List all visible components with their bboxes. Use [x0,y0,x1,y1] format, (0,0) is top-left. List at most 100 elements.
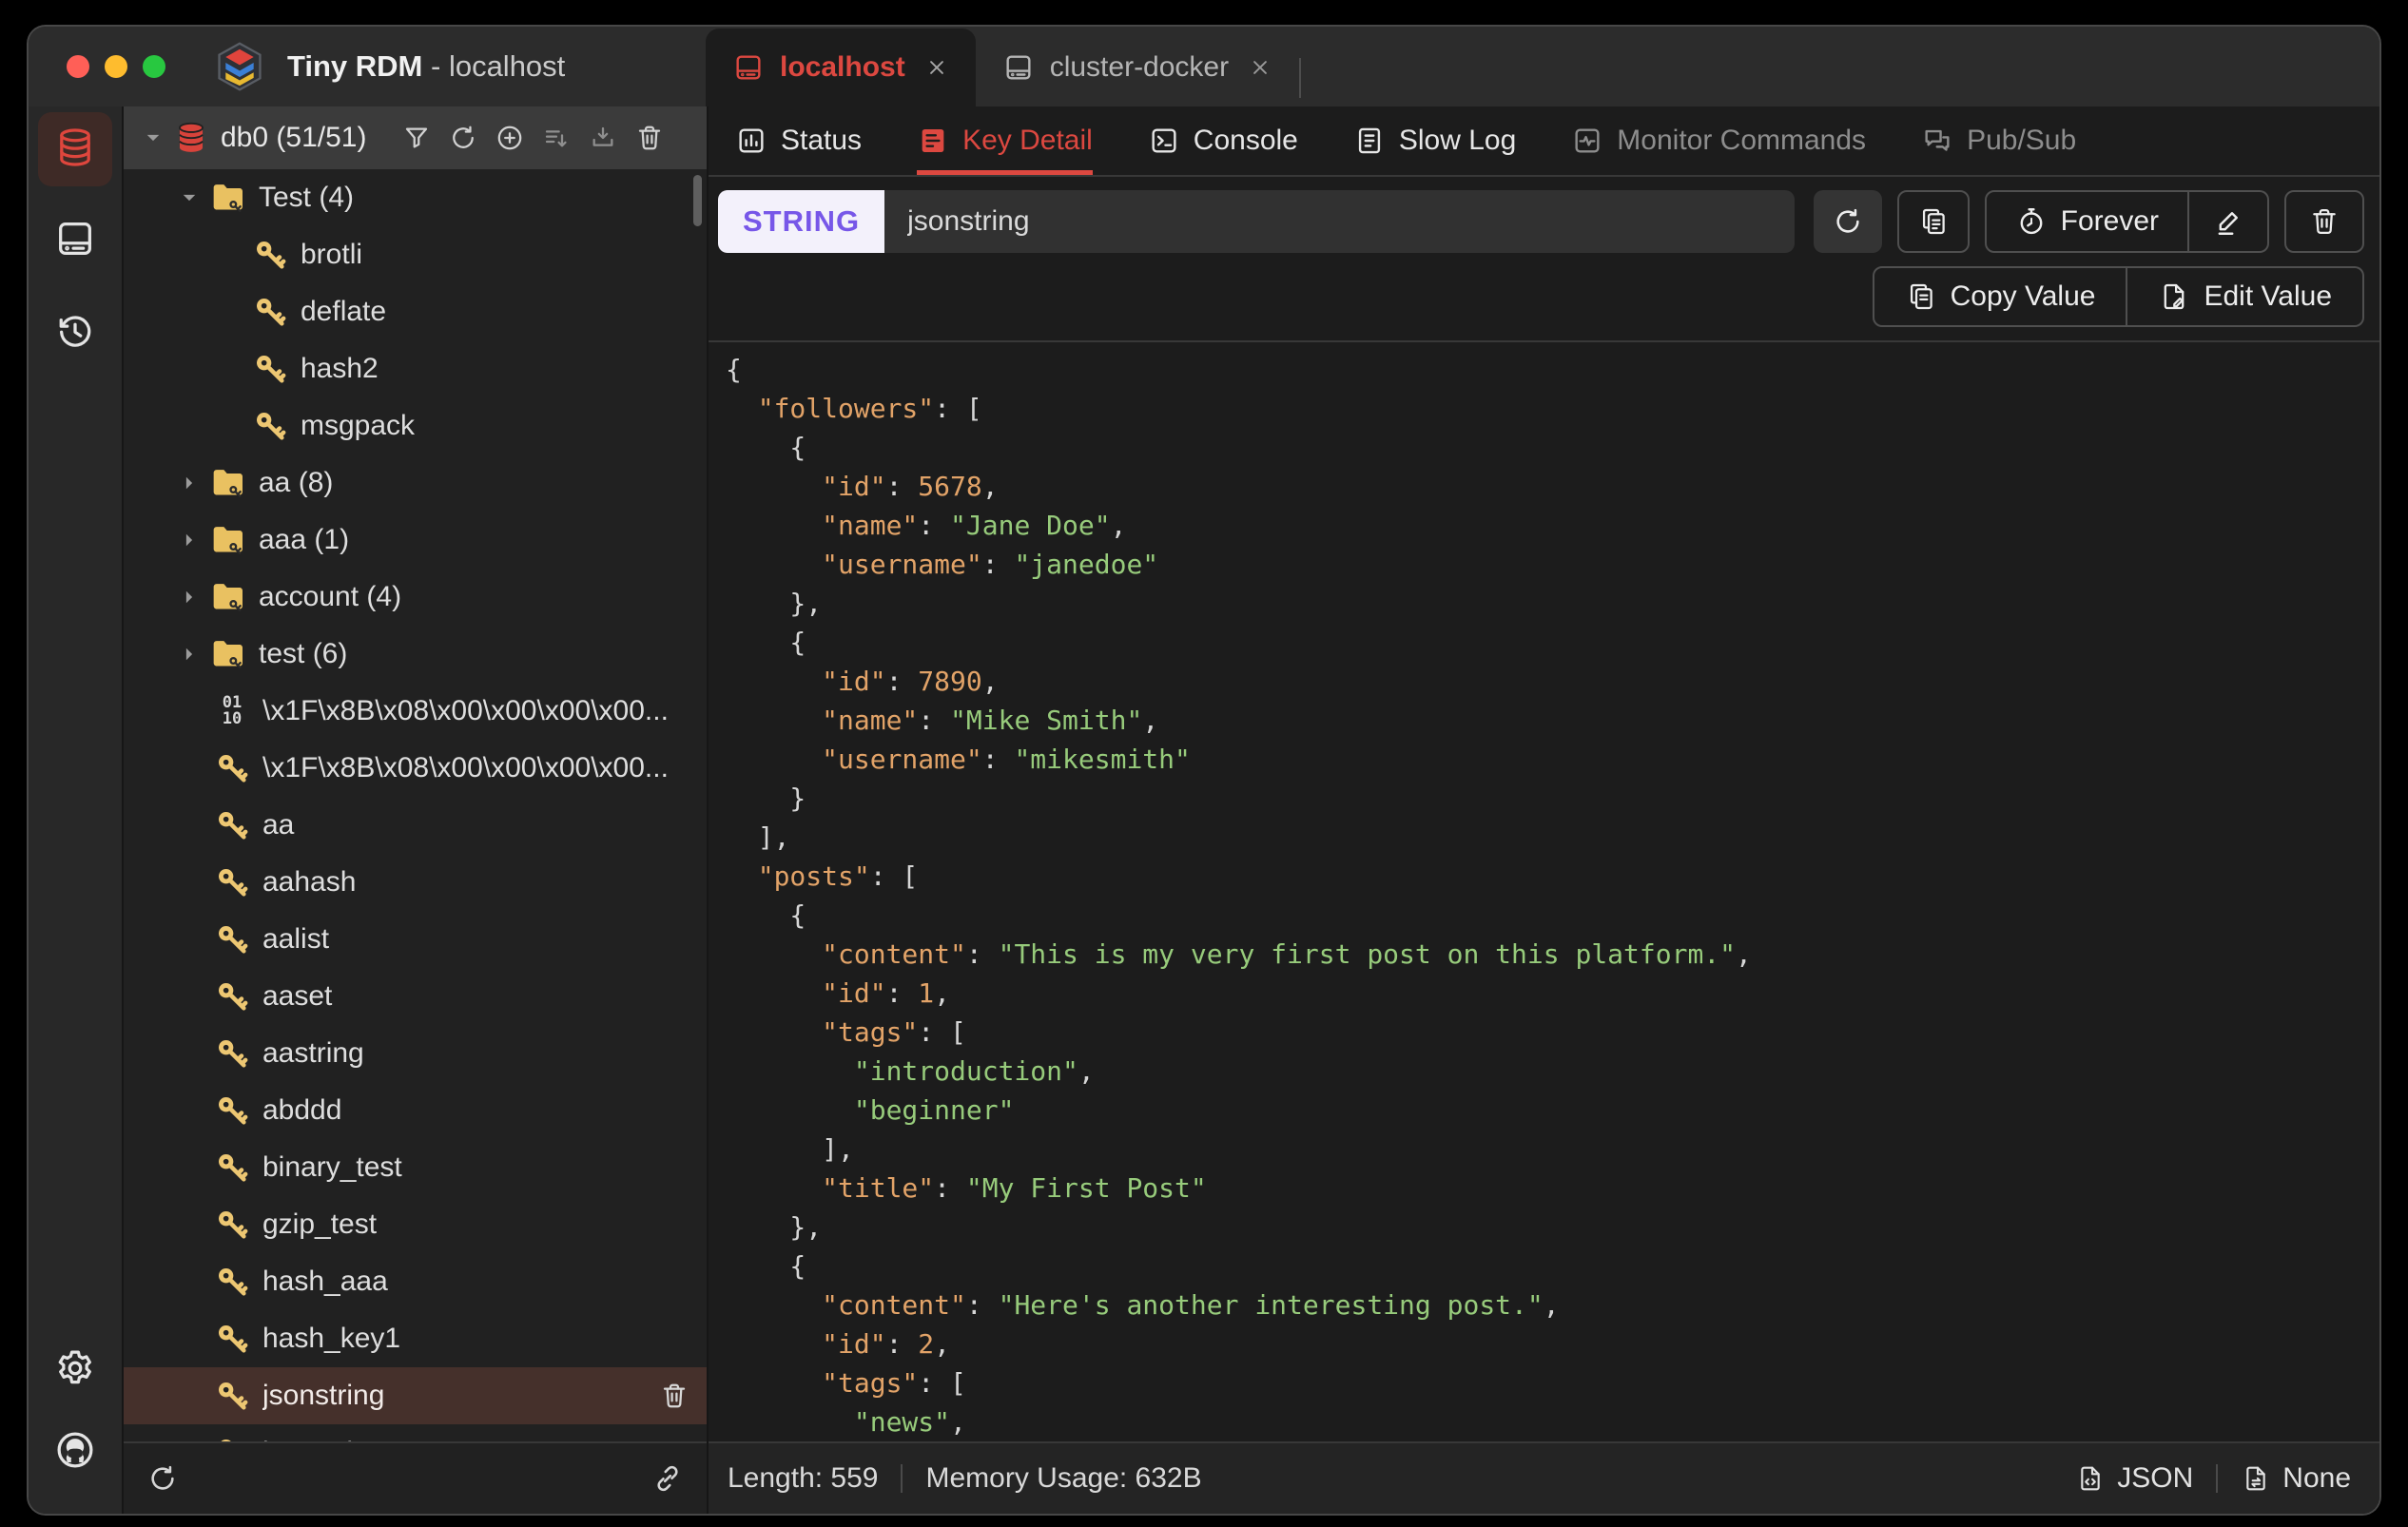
tab-cluster-docker[interactable]: cluster-docker [976,29,1299,106]
tree-row[interactable]: aastring [124,1025,707,1082]
tree-row[interactable]: 01 10 \x1F\x8B\x08\x00\x00\x00\x00... [124,683,707,740]
tree-row[interactable]: hash2 [124,340,707,397]
app-body: db0 (51/51) Test (4) brotli deflate hash2 ms… [29,106,2379,1514]
binary-icon: 01 10 [222,693,243,728]
subtab-pub-sub[interactable]: Pub/Sub [1921,106,2076,175]
chevron-right-icon[interactable] [175,583,204,611]
window-title-suffix: - localhost [422,49,566,83]
tree-row-label: jsonstring [262,1380,385,1411]
tree-row-label: account (4) [259,581,402,612]
tree-row[interactable]: jsonstring2 [124,1424,707,1441]
rail-item-server[interactable] [38,203,112,278]
edit-value-button[interactable]: Edit Value [2127,266,2364,327]
ttl-button[interactable]: Forever [1984,190,2189,253]
format-json-button[interactable]: JSON [2075,1462,2193,1495]
add-icon[interactable] [495,123,525,153]
tree-row[interactable]: hash_aaa [124,1253,707,1310]
subtab-label: Key Detail [962,125,1093,156]
key-icon [213,1149,251,1187]
tree-row[interactable]: account (4) [124,569,707,626]
tree-row[interactable]: hash_key1 [124,1310,707,1367]
close-icon[interactable] [1248,55,1272,80]
chevron-down-icon[interactable] [175,184,204,212]
connection-tabs: localhost cluster-docker [706,27,2379,106]
subtab-status[interactable]: Status [735,106,862,175]
tree-row-label: gzip_test [262,1208,378,1240]
tab-label: localhost [780,51,905,83]
tree-row[interactable]: aalist [124,911,707,968]
tree-row-label: aaset [262,980,333,1012]
key-icon [251,236,289,274]
key-type-badge: STRING [718,190,885,253]
json-content: { "followers": [ { "id": 5678, "name": "… [726,354,1752,1438]
tree-row-label: aalist [262,923,330,955]
keydetail-icon [917,125,949,157]
subtab-console[interactable]: Console [1148,106,1298,175]
refresh-icon[interactable] [146,1462,179,1495]
value-viewer: { "followers": [ { "id": 5678, "name": "… [709,342,2379,1441]
subtab-slow-log[interactable]: Slow Log [1353,106,1516,175]
close-icon[interactable] [924,55,949,80]
format-json-label: JSON [2117,1462,2194,1494]
link-icon[interactable] [651,1462,684,1495]
tree-header-actions [401,123,665,153]
tree-row[interactable]: aaa (1) [124,512,707,569]
rail-item-github[interactable] [38,1415,112,1489]
subtab-label: Status [781,125,863,156]
tree-scrollbar[interactable] [693,175,702,226]
rail-item-browser[interactable] [38,112,112,186]
rename-key-button[interactable] [2189,190,2269,253]
traffic-light-zoom[interactable] [143,55,165,78]
sort-icon[interactable] [541,123,572,153]
tree-row[interactable]: abddd [124,1082,707,1139]
filter-icon[interactable] [401,123,432,153]
key-toolbar: STRING Forever [718,190,2364,253]
server-icon [53,217,97,265]
delete-key-button[interactable] [2284,190,2364,253]
tree-row[interactable]: aahash [124,854,707,911]
tree-row[interactable]: msgpack [124,397,707,454]
tree-row[interactable]: deflate [124,283,707,340]
tree-row[interactable]: \x1F\x8B\x08\x00\x00\x00\x00... [124,740,707,797]
key-icon [213,1320,251,1358]
db-header-row[interactable]: db0 (51/51) [124,106,707,169]
key-name-input[interactable] [884,190,1795,253]
value-statusbar: Length: 559 Memory Usage: 632B JSON None [709,1441,2379,1514]
key-icon [213,749,251,787]
chevron-right-icon[interactable] [175,469,204,497]
trash-icon[interactable] [634,123,665,153]
reload-key-button[interactable] [1813,190,1882,253]
tree-row[interactable]: binary_test [124,1139,707,1196]
rail-item-settings[interactable] [38,1333,112,1407]
refresh-icon[interactable] [448,123,478,153]
chevron-right-icon[interactable] [175,640,204,668]
key-icon [213,1034,251,1073]
subtab-monitor-commands[interactable]: Monitor Commands [1571,106,1866,175]
rail-item-history[interactable] [38,295,112,369]
decode-none-button[interactable]: None [2241,1462,2351,1495]
tree-row[interactable]: aa (8) [124,454,707,512]
tree-row-label: aastring [262,1037,364,1069]
tree-row[interactable]: Test (4) [124,169,707,226]
copy-key-button[interactable] [1896,190,1970,253]
tree-row[interactable]: aaset [124,968,707,1025]
ttl-group: Forever [1984,190,2269,253]
chevron-right-icon[interactable] [175,526,204,554]
tree-row[interactable]: test (6) [124,626,707,683]
key-icon [251,350,289,388]
tree-row-label: \x1F\x8B\x08\x00\x00\x00\x00... [262,695,669,726]
tree-row[interactable]: gzip_test [124,1196,707,1253]
import-icon[interactable] [588,123,618,153]
tab-localhost[interactable]: localhost [706,29,976,106]
traffic-light-close[interactable] [67,55,89,78]
trash-icon[interactable] [659,1381,689,1411]
value-actions-row: Copy Value Edit Value [718,266,2364,327]
subtab-key-detail[interactable]: Key Detail [917,106,1093,175]
tree-row[interactable]: brotli [124,226,707,283]
tree-row-label: hash_key1 [262,1323,401,1354]
tree-row[interactable]: aa [124,797,707,854]
traffic-light-minimize[interactable] [105,55,127,78]
copy-value-button[interactable]: Copy Value [1872,266,2128,327]
tree-row[interactable]: jsonstring [124,1367,707,1424]
chevron-down-icon[interactable] [139,124,167,152]
